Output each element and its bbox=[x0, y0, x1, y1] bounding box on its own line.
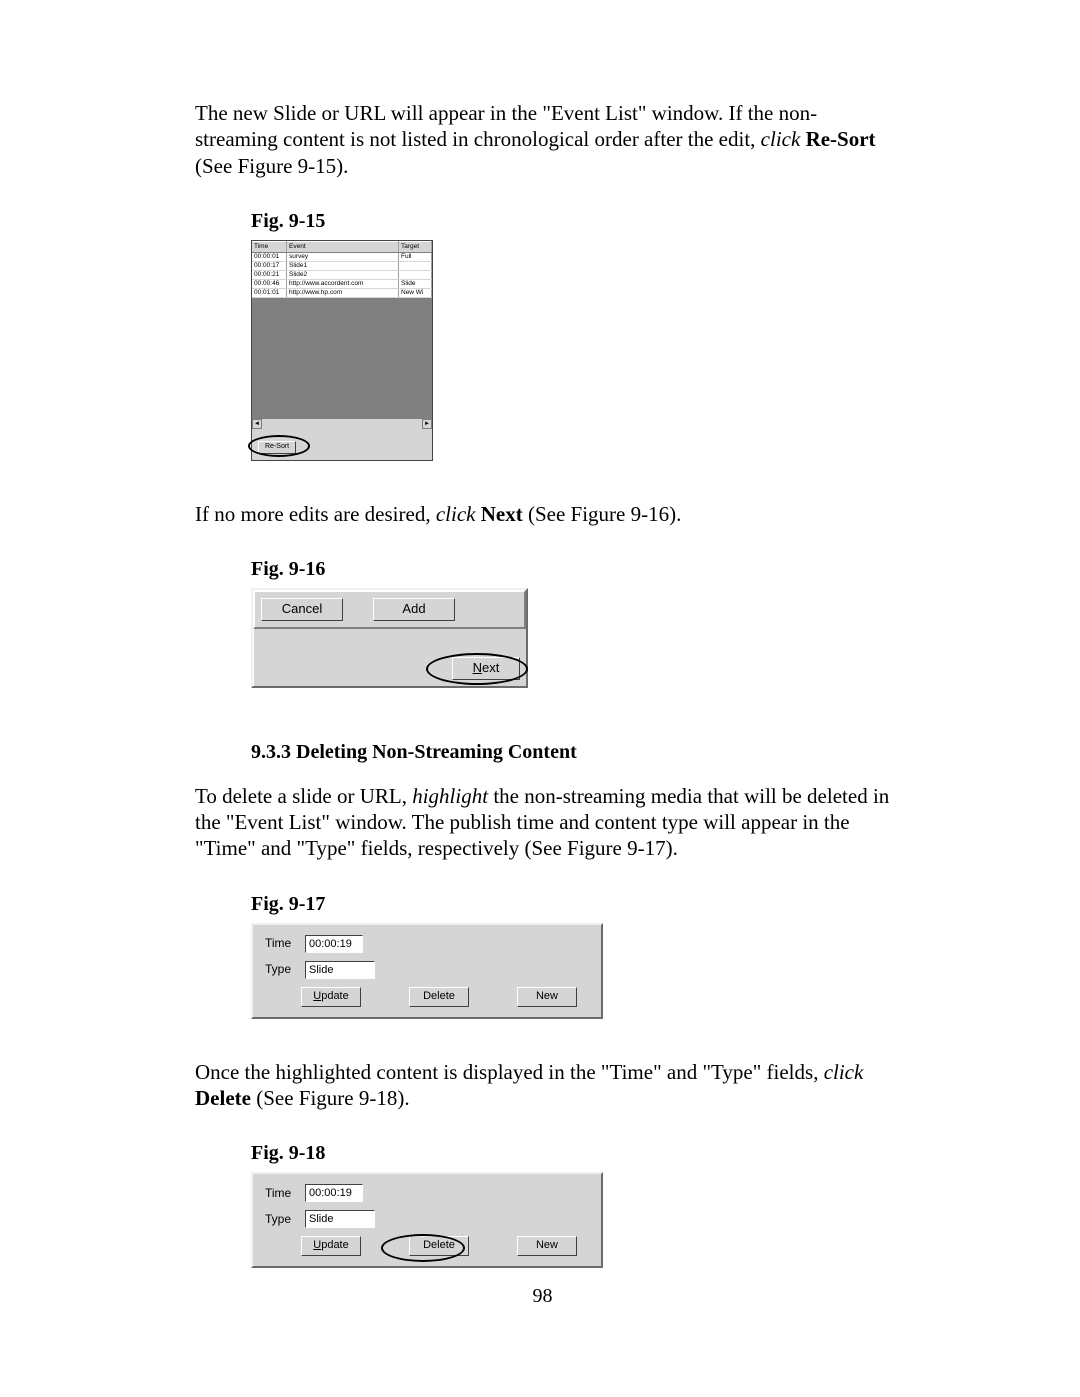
text: (See Figure 9-16). bbox=[523, 502, 682, 526]
event-list-table: Time Event Target 00:00:01 survey Full 0… bbox=[252, 241, 432, 298]
text: If no more edits are desired, bbox=[195, 502, 436, 526]
text: (See Figure 9-15). bbox=[195, 154, 348, 178]
fig-9-16-window: Cancel Add NNextext bbox=[251, 588, 528, 688]
event-list-body bbox=[252, 298, 432, 418]
text: To delete a slide or URL, bbox=[195, 784, 412, 808]
text: The new Slide or URL will appear in the … bbox=[195, 101, 817, 151]
fig-9-16-label: Fig. 9-16 bbox=[251, 557, 890, 582]
table-row[interactable]: 00:00:17 Slide1 bbox=[252, 261, 432, 270]
paragraph-2: If no more edits are desired, click Next… bbox=[195, 501, 890, 527]
page-number: 98 bbox=[195, 1284, 890, 1309]
type-field[interactable]: Slide bbox=[305, 1210, 375, 1228]
text-bold: Delete bbox=[195, 1086, 251, 1110]
col-header-event[interactable]: Event bbox=[287, 241, 399, 252]
col-header-time[interactable]: Time bbox=[252, 241, 287, 252]
table-row[interactable]: 00:00:21 Slide2 bbox=[252, 270, 432, 279]
delete-button[interactable]: Delete bbox=[409, 1236, 469, 1256]
scroll-left-icon[interactable]: ◄ bbox=[252, 419, 262, 429]
text: Once the highlighted content is displaye… bbox=[195, 1060, 824, 1084]
next-button[interactable]: NNextext bbox=[452, 657, 520, 680]
new-button[interactable]: New bbox=[517, 987, 577, 1007]
section-9-3-3-heading: 9.3.3 Deleting Non-Streaming Content bbox=[251, 740, 890, 765]
time-field[interactable]: 00:00:19 bbox=[305, 1184, 363, 1202]
text-italic: click bbox=[761, 127, 801, 151]
table-row[interactable]: 00:00:46 http://www.accordent.com Slide bbox=[252, 279, 432, 288]
resort-button[interactable]: Re-Sort bbox=[258, 441, 296, 454]
cell-time: 00:01:01 bbox=[252, 288, 287, 297]
table-row[interactable]: 00:01:01 http://www.hp.com New Wi bbox=[252, 288, 432, 297]
text-italic: click bbox=[824, 1060, 864, 1084]
fig-9-17-label: Fig. 9-17 bbox=[251, 892, 890, 917]
cell-time: 00:00:46 bbox=[252, 279, 287, 288]
text: (See Figure 9-18). bbox=[251, 1086, 410, 1110]
new-button[interactable]: New bbox=[517, 1236, 577, 1256]
paragraph-4: Once the highlighted content is displaye… bbox=[195, 1059, 890, 1112]
cell-event: Slide2 bbox=[287, 270, 399, 279]
event-list-footer: Re-Sort bbox=[252, 429, 432, 460]
cell-time: 00:00:17 bbox=[252, 261, 287, 270]
update-button[interactable]: UpdateUpdate bbox=[301, 987, 361, 1007]
text-italic: highlight bbox=[412, 784, 488, 808]
fig-9-18-label: Fig. 9-18 bbox=[251, 1141, 890, 1166]
cell-time: 00:00:21 bbox=[252, 270, 287, 279]
paragraph-3: To delete a slide or URL, highlight the … bbox=[195, 783, 890, 862]
cell-event: http://www.accordent.com bbox=[287, 279, 399, 288]
add-button[interactable]: Add bbox=[373, 598, 455, 621]
type-label: Type bbox=[265, 1212, 293, 1227]
fig-9-17-window: Time 00:00:19 Type Slide UpdateUpdate De… bbox=[251, 923, 603, 1019]
cell-event: survey bbox=[287, 252, 399, 261]
time-field[interactable]: 00:00:19 bbox=[305, 935, 363, 953]
time-label: Time bbox=[265, 936, 293, 951]
cell-target bbox=[399, 270, 432, 279]
fig-9-15-label: Fig. 9-15 bbox=[251, 209, 890, 234]
delete-button[interactable]: Delete bbox=[409, 987, 469, 1007]
horizontal-scrollbar[interactable]: ◄ ► bbox=[252, 418, 432, 429]
cell-target bbox=[399, 261, 432, 270]
event-list-window: Time Event Target 00:00:01 survey Full 0… bbox=[251, 240, 433, 461]
cell-time: 00:00:01 bbox=[252, 252, 287, 261]
cancel-button[interactable]: Cancel bbox=[261, 598, 343, 621]
type-field[interactable]: Slide bbox=[305, 961, 375, 979]
text-italic: click bbox=[436, 502, 476, 526]
table-row[interactable]: 00:00:01 survey Full bbox=[252, 252, 432, 261]
cell-target: Slide bbox=[399, 279, 432, 288]
type-label: Type bbox=[265, 962, 293, 977]
paragraph-1: The new Slide or URL will appear in the … bbox=[195, 100, 890, 179]
cell-target: New Wi bbox=[399, 288, 432, 297]
cell-event: Slide1 bbox=[287, 261, 399, 270]
update-button[interactable]: UpdateUpdate bbox=[301, 1236, 361, 1256]
scroll-right-icon[interactable]: ► bbox=[422, 419, 432, 429]
fig-9-18-window: Time 00:00:19 Type Slide UpdateUpdate De… bbox=[251, 1172, 603, 1268]
time-label: Time bbox=[265, 1186, 293, 1201]
cell-event: http://www.hp.com bbox=[287, 288, 399, 297]
col-header-target[interactable]: Target bbox=[399, 241, 432, 252]
text-bold: Next bbox=[475, 502, 522, 526]
cell-target: Full bbox=[399, 252, 432, 261]
text-bold: Re-Sort bbox=[800, 127, 875, 151]
